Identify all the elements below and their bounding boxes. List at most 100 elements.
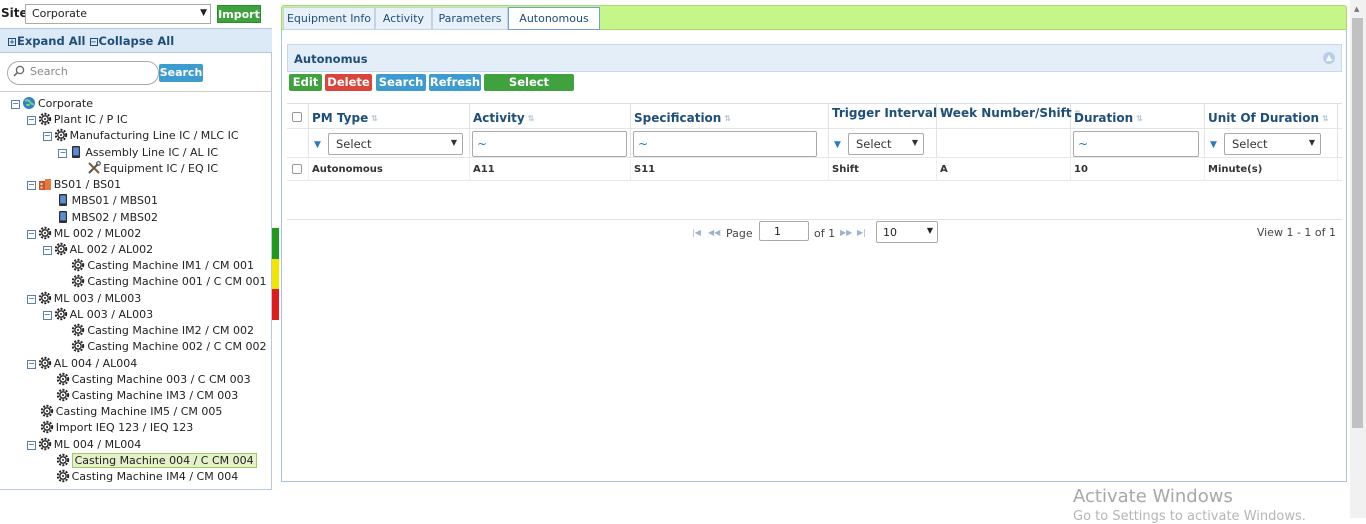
- tree-node[interactable]: − ML 002 / ML002: [26, 226, 141, 242]
- first-page-icon[interactable]: |◀: [692, 228, 701, 237]
- unit-of-duration-filter-value: Select: [1232, 137, 1268, 151]
- site-select-value: Corporate: [32, 7, 87, 20]
- activate-windows-subtitle: Go to Settings to activate Windows.: [1073, 509, 1306, 524]
- tree-toggle-icon[interactable]: −: [26, 181, 36, 191]
- scrollbar-thumb[interactable]: [1352, 18, 1363, 428]
- tab-equipment-info[interactable]: Equipment Info: [283, 7, 375, 30]
- tree-search-input[interactable]: Search: [7, 61, 159, 85]
- rows-per-page-select[interactable]: 10 ▼: [876, 221, 938, 243]
- tree-toggle-icon[interactable]: −: [11, 100, 20, 109]
- page-scrollbar[interactable]: ▲: [1350, 0, 1366, 518]
- column-header[interactable]: Duration ⇅: [1071, 104, 1205, 130]
- tab-autonomous[interactable]: Autonomous: [508, 7, 600, 30]
- tree-node[interactable]: − BS01 / BS01: [26, 177, 121, 193]
- tree-node-label: Plant IC / P IC: [53, 113, 128, 127]
- tree-node[interactable]: − Corporate: [11, 96, 93, 112]
- unit-of-duration-filter[interactable]: Select ▼: [1224, 133, 1321, 155]
- gear-icon: [54, 242, 68, 256]
- left-panel: Site Corporate ▼ Import + Expand All − Col…: [0, 0, 272, 490]
- pm-type-filter[interactable]: Select ▼: [328, 133, 463, 155]
- prev-page-icon[interactable]: ◀◀: [708, 228, 720, 237]
- scroll-up-icon[interactable]: ▲: [1354, 5, 1359, 13]
- column-header[interactable]: Trigger Interval ⇅: [829, 104, 947, 130]
- pm-type-filter-value: Select: [336, 137, 372, 151]
- sort-icon[interactable]: ⇅: [1322, 114, 1329, 123]
- next-page-icon[interactable]: ▶▶: [840, 228, 852, 237]
- tree-node[interactable]: − Plant IC / P IC: [26, 112, 128, 128]
- tree-node[interactable]: MBS02 / MBS02: [56, 210, 158, 226]
- tree-node[interactable]: Casting Machine 004 / C CM 004: [56, 452, 257, 469]
- tree-node[interactable]: − ML 004 / ML004: [26, 437, 141, 453]
- tree-node[interactable]: − Manufacturing Line IC / MLC IC: [42, 128, 239, 144]
- collapse-all-link[interactable]: − Collapse All: [89, 34, 174, 48]
- column-header-label: Duration: [1074, 111, 1134, 125]
- tree-search-button[interactable]: Search: [159, 64, 203, 82]
- sort-icon[interactable]: ⇅: [371, 114, 378, 123]
- column-header[interactable]: Activity ⇅: [470, 104, 631, 130]
- tree-node[interactable]: − AL 002 / AL002: [42, 242, 153, 258]
- tree-toggle-icon[interactable]: −: [58, 148, 68, 158]
- refresh-button[interactable]: Refresh: [429, 74, 481, 91]
- tree-toggle-icon[interactable]: −: [42, 310, 52, 320]
- select-activity-button[interactable]: Select Activity: [484, 74, 574, 106]
- collapse-icon[interactable]: ▲: [1323, 52, 1335, 64]
- duration-filter[interactable]: ~: [1073, 131, 1199, 157]
- column-header[interactable]: Week Number/Shift ⇅: [937, 104, 1081, 130]
- tree-node[interactable]: Casting Machine IM2 / CM 002: [71, 323, 254, 339]
- tree-node-label: Corporate: [38, 97, 93, 110]
- tree-toggle-icon[interactable]: −: [26, 294, 36, 304]
- view-info: View 1 - 1 of 1: [1256, 226, 1336, 239]
- tree-toggle-icon[interactable]: −: [42, 132, 52, 142]
- sort-icon[interactable]: ⇅: [1136, 114, 1143, 123]
- page-number-input[interactable]: 1: [759, 221, 809, 241]
- trigger-interval-filter[interactable]: Select ▼: [848, 133, 924, 155]
- tree-node[interactable]: Casting Machine IM4 / CM 004: [56, 469, 238, 485]
- tree-node[interactable]: − ML 003 / ML003: [26, 291, 141, 307]
- column-header[interactable]: Unit Of Duration ⇅: [1205, 104, 1338, 130]
- tree-node[interactable]: Casting Machine 003 / C CM 003: [56, 372, 251, 388]
- tree-node[interactable]: Casting Machine IM5 / CM 005: [40, 404, 222, 420]
- select-all-checkbox[interactable]: [292, 112, 302, 122]
- column-header[interactable]: PM Type ⇅: [309, 104, 470, 130]
- site-select[interactable]: Corporate ▼: [25, 4, 211, 24]
- row-checkbox[interactable]: [292, 164, 302, 174]
- sort-icon[interactable]: ⇅: [724, 114, 731, 123]
- activity-filter[interactable]: ~: [472, 131, 627, 157]
- tree-node[interactable]: − AL 003 / AL003: [42, 307, 153, 323]
- grid-header-row: PM Type ⇅ Activity ⇅ Specification ⇅ Trigger I…: [287, 103, 1342, 130]
- tree-toggle-icon[interactable]: −: [26, 440, 36, 450]
- tree-node[interactable]: Casting Machine IM1 / CM 001: [71, 258, 254, 274]
- cell-activity: A11: [470, 159, 631, 181]
- tree-node[interactable]: − AL 004 / AL004: [26, 356, 137, 372]
- tree-toggle-icon[interactable]: −: [26, 359, 36, 369]
- column-header-label: PM Type: [312, 111, 369, 125]
- delete-button[interactable]: Delete: [325, 74, 372, 91]
- tree-node[interactable]: Casting Machine 002 / C CM 002: [71, 339, 266, 355]
- tree-node[interactable]: Casting Machine 001 / C CM 001: [71, 274, 266, 290]
- tree-node[interactable]: − Assembly Line IC / AL IC: [58, 145, 218, 161]
- autonomous-grid: Autonomus ▲ Edit Delete Search Refresh Selec…: [287, 44, 1342, 464]
- tree-toggle-icon[interactable]: −: [26, 229, 36, 239]
- tab-activity[interactable]: Activity: [375, 7, 432, 30]
- import-button[interactable]: Import: [217, 5, 261, 23]
- last-page-icon[interactable]: ▶|: [857, 228, 866, 237]
- tree-node[interactable]: Import IEQ 123 / IEQ 123: [40, 420, 193, 436]
- tree-node[interactable]: Equipment IC / EQ IC: [87, 160, 218, 177]
- table-row[interactable]: Autonomous A11 S11 Shift A 10 Minute(s): [287, 159, 1342, 181]
- tree-node-label: Casting Machine 003 / C CM 003: [71, 372, 251, 386]
- sort-icon[interactable]: ⇅: [528, 114, 535, 123]
- tree-node[interactable]: Casting Machine IM3 / CM 003: [56, 388, 238, 404]
- tree-toggle-icon[interactable]: −: [42, 245, 52, 255]
- search-button[interactable]: Search: [376, 74, 426, 91]
- chevron-down-icon: ▼: [450, 138, 457, 147]
- gear-icon: [56, 388, 70, 402]
- cell-trigger-interval: Shift: [829, 159, 937, 181]
- specification-filter[interactable]: ~: [633, 131, 817, 157]
- tree-node-label: Casting Machine 002 / C CM 002: [87, 340, 267, 354]
- expand-all-link[interactable]: + Expand All: [8, 34, 85, 48]
- edit-button[interactable]: Edit: [289, 74, 322, 91]
- column-header[interactable]: Specification ⇅: [631, 104, 829, 130]
- tab-parameters[interactable]: Parameters: [432, 7, 508, 30]
- tree-node[interactable]: MBS01 / MBS01: [56, 193, 158, 209]
- tree-toggle-icon[interactable]: −: [26, 116, 36, 126]
